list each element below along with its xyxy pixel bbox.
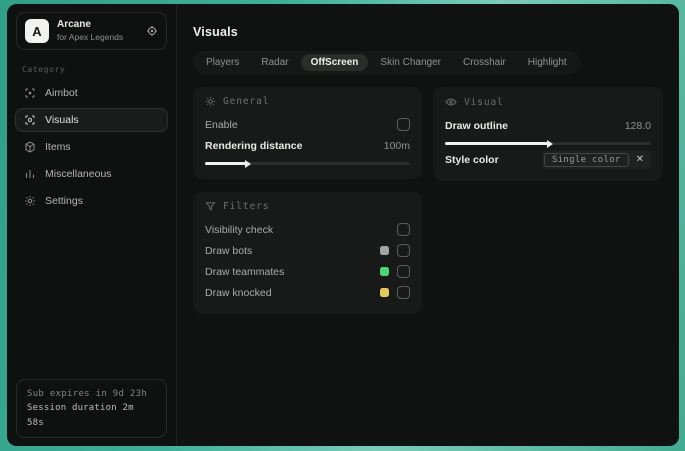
visual-panel-title: Visual [464, 96, 504, 108]
filters-panel: Filters Visibility check Draw bots Draw te… [193, 192, 422, 314]
draw-outline-value: 128.0 [624, 119, 651, 132]
filter-row-draw-knocked: Draw knocked [205, 282, 410, 303]
filter-row-draw-bots: Draw bots [205, 240, 410, 261]
bars-icon [24, 168, 36, 180]
sub-expires-text: Sub expires in 9d 23h [27, 388, 148, 399]
app-subtitle: for Apex Legends [57, 31, 124, 42]
tab-bar: Players Radar OffScreen Skin Changer Crossha… [193, 51, 580, 74]
tab-crosshair[interactable]: Crosshair [453, 54, 516, 71]
general-panel-title: General [223, 96, 270, 107]
draw-outline-label: Draw outline [445, 119, 509, 132]
page-title: Visuals [193, 25, 238, 39]
sidebar-item-miscellaneous[interactable]: Miscellaneous [15, 162, 168, 186]
filter-label: Draw knocked [205, 286, 272, 299]
style-color-label: Style color [445, 153, 499, 166]
tab-offscreen[interactable]: OffScreen [300, 54, 369, 71]
filters-panel-title: Filters [223, 201, 270, 212]
draw-teammates-checkbox[interactable] [397, 265, 410, 278]
visual-panel: Visual Draw outline 128.0 Style color Si… [433, 87, 663, 181]
general-panel: General Enable Rendering distance 100m [193, 87, 422, 179]
sidebar-item-label: Miscellaneous [45, 168, 112, 180]
cube-icon [24, 141, 36, 153]
enable-label: Enable [205, 118, 238, 131]
main-content: Visuals Players Radar OffScreen Skin Change… [177, 4, 679, 446]
sun-icon [205, 96, 216, 107]
filter-label: Draw bots [205, 244, 253, 257]
draw-bots-checkbox[interactable] [397, 244, 410, 257]
scan-eye-icon [24, 114, 36, 126]
target-icon[interactable] [146, 25, 158, 37]
rendering-distance-slider[interactable] [205, 162, 410, 165]
crosshair-icon [24, 87, 36, 99]
visibility-check-checkbox[interactable] [397, 223, 410, 236]
color-swatch[interactable] [380, 267, 389, 276]
app-window: A Arcane for Apex Legends Category Aimbo… [7, 4, 679, 446]
draw-outline-slider[interactable] [445, 142, 651, 145]
tab-radar[interactable]: Radar [251, 54, 298, 71]
category-label: Category [22, 65, 66, 74]
draw-knocked-checkbox[interactable] [397, 286, 410, 299]
eye-icon [445, 96, 457, 108]
session-duration-text: Session duration 2m 58s [27, 403, 134, 428]
close-icon[interactable]: ✕ [636, 154, 644, 165]
sidebar-item-settings[interactable]: Settings [15, 189, 168, 213]
sidebar-item-label: Aimbot [45, 87, 78, 99]
sidebar-item-label: Settings [45, 195, 83, 207]
sidebar-item-label: Visuals [45, 114, 79, 126]
gear-icon [24, 195, 36, 207]
subscription-info: Sub expires in 9d 23h Session duration 2… [16, 378, 167, 438]
sidebar-header: A Arcane for Apex Legends [16, 12, 167, 50]
sidebar: A Arcane for Apex Legends Category Aimbo… [7, 4, 177, 446]
tab-players[interactable]: Players [196, 54, 249, 71]
sidebar-item-label: Items [45, 141, 71, 153]
style-color-select[interactable]: Single color ✕ [541, 150, 651, 169]
filter-label: Visibility check [205, 223, 274, 236]
style-color-value: Single color [543, 152, 629, 167]
tab-highlight[interactable]: Highlight [518, 54, 577, 71]
sidebar-item-items[interactable]: Items [15, 135, 168, 159]
sidebar-item-aimbot[interactable]: Aimbot [15, 81, 168, 105]
tab-skin-changer[interactable]: Skin Changer [370, 54, 451, 71]
funnel-icon [205, 201, 216, 212]
rendering-distance-value: 100m [383, 139, 410, 152]
app-name: Arcane [57, 19, 91, 31]
color-swatch[interactable] [380, 288, 389, 297]
filter-row-draw-teammates: Draw teammates [205, 261, 410, 282]
color-swatch[interactable] [380, 246, 389, 255]
rendering-distance-label: Rendering distance [205, 139, 303, 152]
filter-row-visibility-check: Visibility check [205, 219, 410, 240]
app-logo: A [25, 19, 49, 43]
sidebar-nav: Aimbot Visuals Items Miscellaneous Settings [7, 81, 176, 213]
filter-label: Draw teammates [205, 265, 285, 278]
enable-checkbox[interactable] [397, 118, 410, 131]
sidebar-item-visuals[interactable]: Visuals [15, 108, 168, 132]
